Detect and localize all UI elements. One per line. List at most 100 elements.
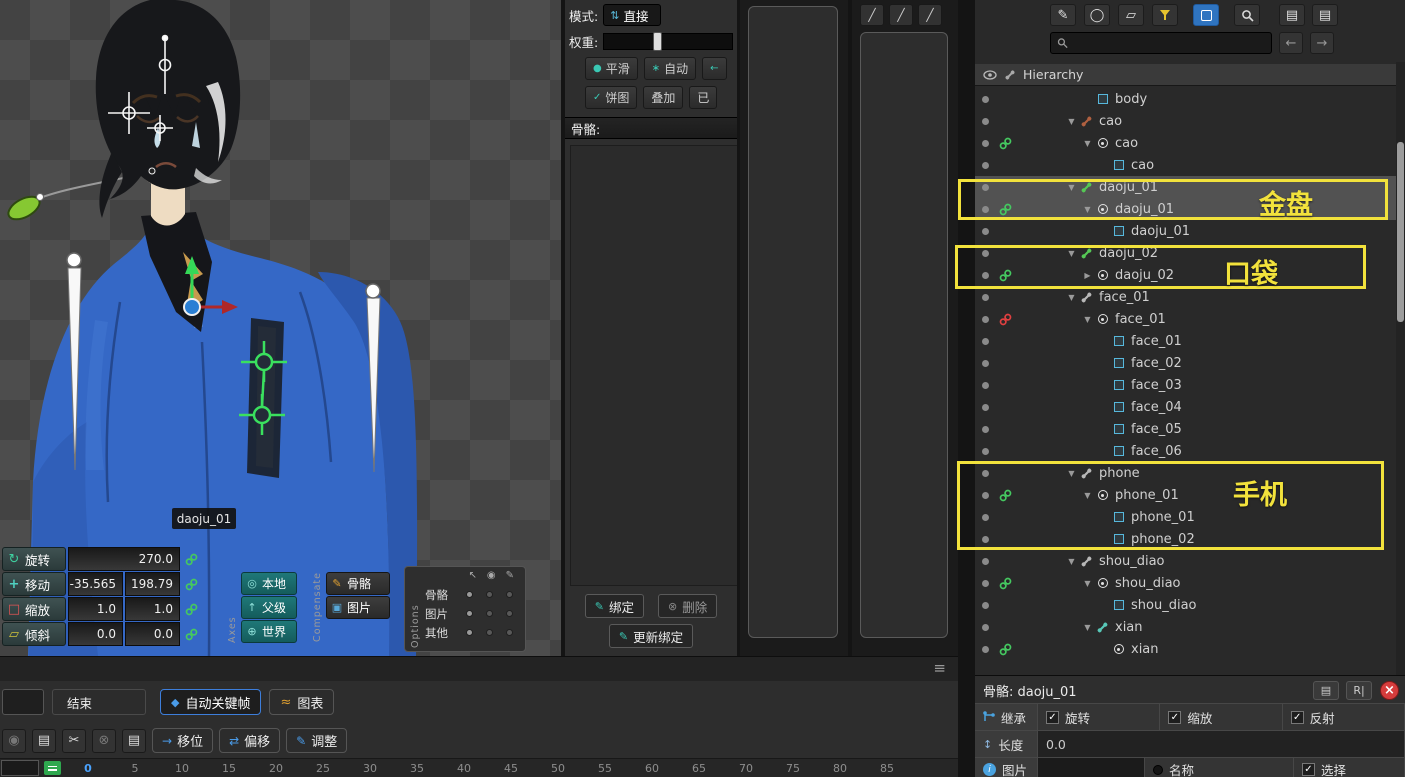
- ruler-tick-65[interactable]: 65: [692, 762, 706, 775]
- tree-row-body[interactable]: body: [975, 88, 1396, 110]
- visibility-dot[interactable]: [982, 228, 989, 235]
- ruler-tick-85[interactable]: 85: [880, 762, 894, 775]
- expand-open-icon[interactable]: ▼: [1065, 293, 1078, 302]
- shift-button[interactable]: → 移位: [152, 728, 213, 753]
- dopesheet-icon[interactable]: [44, 761, 61, 775]
- pie-toggle[interactable]: ✓ 饼图: [585, 86, 637, 109]
- overlay-toggle[interactable]: 叠加: [643, 86, 683, 109]
- autokey-button[interactable]: ◆ 自动关键帧: [160, 689, 261, 715]
- select-toggle[interactable]: ✓ 选择: [1293, 757, 1405, 777]
- hierarchy-scrollbar[interactable]: [1396, 62, 1405, 675]
- expand-open-icon[interactable]: ▼: [1081, 315, 1094, 324]
- zoom-button[interactable]: [1234, 4, 1260, 26]
- visibility-dot[interactable]: [982, 404, 989, 411]
- draw-weights-tool-3[interactable]: ╱: [918, 4, 942, 26]
- bone-weights-list[interactable]: [570, 145, 737, 586]
- auto-button[interactable]: ∗ 自动: [644, 57, 696, 80]
- visibility-dot[interactable]: [982, 492, 989, 499]
- radio-icon[interactable]: [466, 629, 473, 636]
- expand-open-icon[interactable]: ▼: [1081, 623, 1094, 632]
- visibility-dot[interactable]: [982, 602, 989, 609]
- filter-button[interactable]: [1152, 4, 1178, 26]
- expand-open-icon[interactable]: ▼: [1065, 249, 1078, 258]
- translate-tool-button[interactable]: +移动: [2, 572, 66, 596]
- compensate-images-button[interactable]: ▣图片: [326, 596, 390, 619]
- tree-row-face_02[interactable]: face_02: [975, 352, 1396, 374]
- end-frame-box[interactable]: 结束: [52, 689, 146, 715]
- ruler-tick-75[interactable]: 75: [786, 762, 800, 775]
- radio-icon[interactable]: [486, 629, 493, 636]
- radio-icon[interactable]: [486, 610, 493, 617]
- copy-settings-button[interactable]: ▤: [1313, 681, 1339, 700]
- tree-row-phone_02[interactable]: phone_02: [975, 528, 1396, 550]
- axes-parent-button[interactable]: ↑父级: [241, 596, 297, 619]
- shear-link-icon[interactable]: [182, 622, 200, 646]
- tree-row-phone_01[interactable]: ▼phone_01: [975, 484, 1396, 506]
- offset-button[interactable]: ⇄ 偏移: [219, 728, 280, 753]
- options-row-2[interactable]: 其他: [425, 623, 520, 642]
- close-button[interactable]: ×: [1380, 681, 1399, 700]
- graph-button[interactable]: ≈ 图表: [269, 689, 334, 715]
- tree-row-cao[interactable]: ▼cao: [975, 132, 1396, 154]
- red-link-icon[interactable]: [998, 312, 1012, 326]
- tree-row-face_01[interactable]: ▼face_01: [975, 286, 1396, 308]
- expand-open-icon[interactable]: ▼: [1081, 205, 1094, 214]
- ruler-tick-45[interactable]: 45: [504, 762, 518, 775]
- green-link-icon[interactable]: [998, 268, 1012, 282]
- paste-pose-button[interactable]: ▤: [1312, 4, 1338, 26]
- visibility-dot[interactable]: [982, 580, 989, 587]
- rotate-tool-button[interactable]: ↻旋转: [2, 547, 66, 571]
- tree-row-daoju_01[interactable]: ▼daoju_01: [975, 198, 1396, 220]
- ruler-tick-30[interactable]: 30: [363, 762, 377, 775]
- visibility-dot[interactable]: [982, 140, 989, 147]
- clear-keys-button[interactable]: ⊗: [92, 729, 116, 753]
- sorted-toggle[interactable]: 已: [689, 86, 717, 109]
- visibility-dot[interactable]: [982, 624, 989, 631]
- compensate-bones-button[interactable]: ✎骨骼: [326, 572, 390, 595]
- update-bindings-button[interactable]: ✎ 更新绑定: [609, 624, 693, 648]
- translate-value-field-1[interactable]: 198.79: [125, 572, 180, 596]
- eraser-tool-button[interactable]: ▱: [1118, 4, 1144, 26]
- frame-field[interactable]: [1, 760, 39, 776]
- empty-list[interactable]: [748, 6, 838, 638]
- radio-icon[interactable]: [506, 591, 513, 598]
- name-toggle[interactable]: 名称: [1144, 757, 1294, 777]
- visibility-dot[interactable]: [982, 294, 989, 301]
- options-row-0[interactable]: 骨骼: [425, 585, 520, 604]
- visibility-dot[interactable]: [982, 448, 989, 455]
- ruler-tick-55[interactable]: 55: [598, 762, 612, 775]
- ruler-tick-20[interactable]: 20: [269, 762, 283, 775]
- viewport-canvas[interactable]: daoju_01 ↻旋转270.0+移动-35.565198.79□缩放1.01…: [0, 0, 561, 656]
- radio-icon[interactable]: [506, 610, 513, 617]
- tree-row-shou_diao[interactable]: ▼shou_diao: [975, 572, 1396, 594]
- inherit-reflection-toggle[interactable]: ✓ 反射: [1282, 703, 1405, 731]
- tree-row-cao[interactable]: cao: [975, 154, 1396, 176]
- tree-row-daoju_01[interactable]: ▼daoju_01: [975, 176, 1396, 198]
- visibility-dot[interactable]: [982, 272, 989, 279]
- visibility-dot[interactable]: [982, 646, 989, 653]
- bind-button[interactable]: ✎ 绑定: [585, 594, 644, 618]
- visibility-dot[interactable]: [982, 96, 989, 103]
- axes-local-button[interactable]: ◎本地: [241, 572, 297, 595]
- ruler-tick-50[interactable]: 50: [551, 762, 565, 775]
- tree-row-daoju_02[interactable]: ▼daoju_02: [975, 242, 1396, 264]
- weight-slider[interactable]: [603, 33, 733, 50]
- shear-value-field-0[interactable]: 0.0: [68, 622, 123, 646]
- radio-icon[interactable]: [486, 591, 493, 598]
- pencil-tool-button[interactable]: ✎: [1050, 4, 1076, 26]
- scrollbar-thumb[interactable]: [1397, 142, 1404, 322]
- ruler-tick-15[interactable]: 15: [222, 762, 236, 775]
- scale-value-field-0[interactable]: 1.0: [68, 597, 123, 621]
- expand-open-icon[interactable]: ▼: [1065, 117, 1078, 126]
- visibility-dot[interactable]: [982, 426, 989, 433]
- visibility-dot[interactable]: [982, 536, 989, 543]
- expand-open-icon[interactable]: ▼: [1065, 469, 1078, 478]
- visibility-dot[interactable]: [982, 162, 989, 169]
- radio-icon[interactable]: [466, 610, 473, 617]
- tree-row-shou_diao[interactable]: ▼shou_diao: [975, 550, 1396, 572]
- smooth-button[interactable]: ● 平滑: [585, 57, 638, 80]
- green-link-icon[interactable]: [998, 136, 1012, 150]
- adjust-button[interactable]: ✎ 调整: [286, 728, 347, 753]
- ellipse-tool-button[interactable]: ◯: [1084, 4, 1110, 26]
- tree-row-face_01[interactable]: ▼face_01: [975, 308, 1396, 330]
